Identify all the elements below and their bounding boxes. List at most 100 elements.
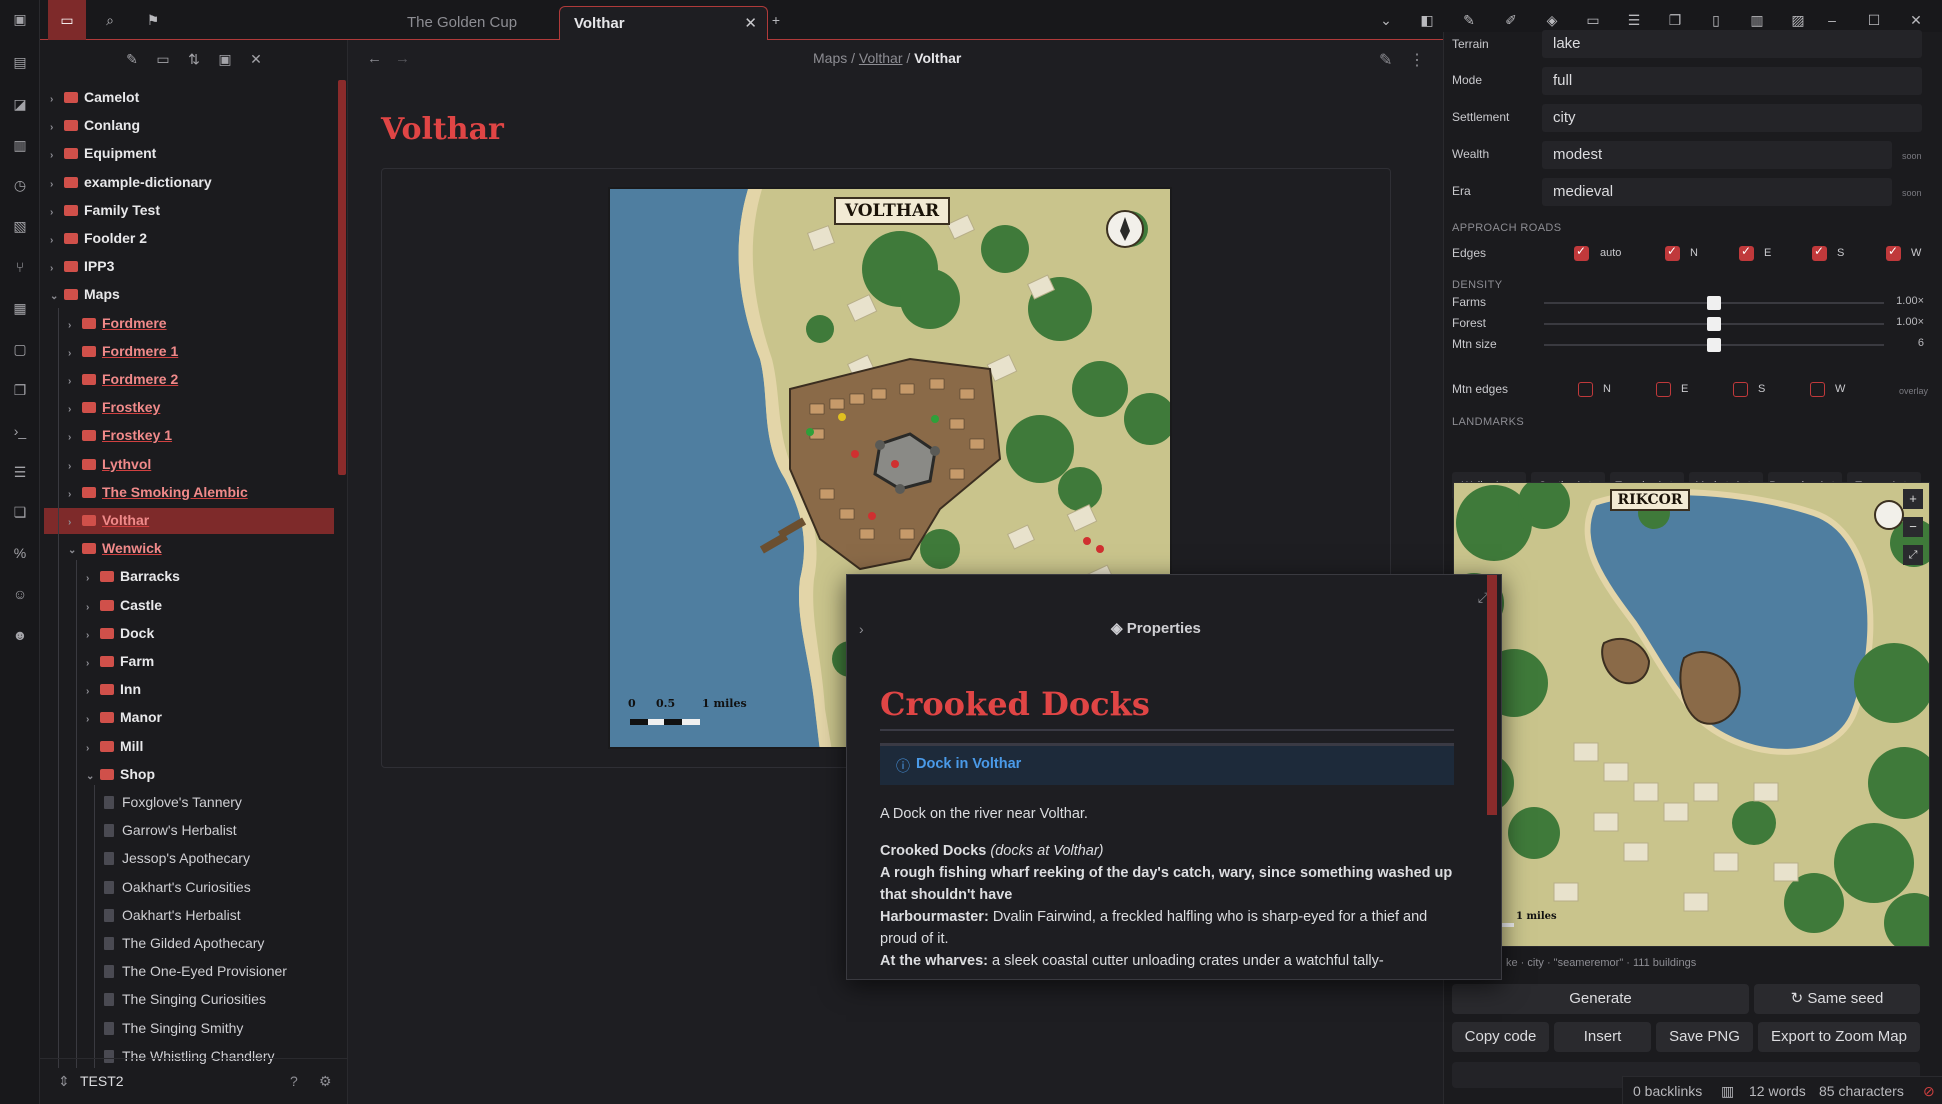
tree-item[interactable]: › Conlang: [50, 112, 140, 138]
chevron-right-icon[interactable]: ›: [50, 172, 64, 198]
chevron-right-icon[interactable]: ›: [68, 510, 82, 536]
page-icon[interactable]: ▯: [1706, 10, 1726, 30]
tree-item[interactable]: › Frostkey: [68, 394, 160, 420]
vault-switcher[interactable]: ⇕ TEST2 ? ⚙: [40, 1058, 348, 1104]
tree-item[interactable]: Oakhart's Herbalist: [104, 902, 241, 928]
chevron-right-icon[interactable]: ›: [859, 621, 864, 637]
chevron-right-icon[interactable]: ›: [86, 707, 100, 733]
tree-item[interactable]: › Lythvol: [68, 451, 151, 477]
tree-item[interactable]: › Barracks: [86, 563, 180, 589]
collapse-view-icon[interactable]: ▣: [216, 50, 234, 68]
chevron-right-icon[interactable]: ›: [68, 313, 82, 339]
map-view-icon[interactable]: ▤: [11, 53, 29, 71]
percent-icon[interactable]: %: [11, 544, 29, 562]
chevron-right-icon[interactable]: ›: [68, 341, 82, 367]
tree-item[interactable]: The One-Eyed Provisioner: [104, 958, 287, 984]
mtn-edge-e-checkbox[interactable]: [1656, 382, 1671, 397]
bookmark-icon[interactable]: ⚑: [143, 10, 163, 30]
edit-pencil-icon[interactable]: ✎: [1379, 50, 1392, 70]
mode-select[interactable]: full: [1542, 67, 1922, 95]
chevron-right-icon[interactable]: ›: [86, 623, 100, 649]
chevron-right-icon[interactable]: ›: [50, 143, 64, 169]
export-zoom-map-button[interactable]: Export to Zoom Map: [1758, 1022, 1920, 1052]
new-note-icon[interactable]: ✎: [123, 50, 141, 68]
chevron-down-icon[interactable]: ⌄: [50, 284, 64, 310]
properties-header[interactable]: ◈ Properties: [1111, 619, 1201, 637]
sync-off-icon[interactable]: ⊘: [1923, 1077, 1935, 1104]
chevron-right-icon[interactable]: ›: [86, 679, 100, 705]
tree-item[interactable]: › example-dictionary: [50, 169, 212, 195]
backlinks-count[interactable]: 0 backlinks: [1633, 1077, 1702, 1104]
tree-item[interactable]: › Fordmere: [68, 310, 167, 336]
chevron-right-icon[interactable]: ›: [50, 228, 64, 254]
files-icon[interactable]: ❏: [11, 503, 29, 521]
plugin-icon[interactable]: ✎: [1459, 10, 1479, 30]
edge-s-checkbox[interactable]: [1812, 244, 1827, 261]
chevron-right-icon[interactable]: ›: [50, 115, 64, 141]
tree-item[interactable]: › Farm: [86, 648, 154, 674]
edge-auto-checkbox[interactable]: [1574, 244, 1589, 261]
minimize-icon[interactable]: –: [1822, 10, 1842, 30]
tree-item[interactable]: ⌄ Wenwick: [68, 535, 162, 561]
new-folder-icon[interactable]: ▭: [154, 50, 172, 68]
sort-icon[interactable]: ⇅: [185, 50, 203, 68]
tree-item[interactable]: › Foolder 2: [50, 225, 147, 251]
copy-icon[interactable]: ❐: [11, 381, 29, 399]
tree-item[interactable]: › Dock: [86, 620, 154, 646]
edge-w-checkbox[interactable]: [1886, 244, 1901, 261]
tag-icon[interactable]: ◈: [1542, 10, 1562, 30]
tree-item[interactable]: Garrow's Herbalist: [104, 817, 237, 843]
edge-e-checkbox[interactable]: [1739, 244, 1754, 261]
graph-icon[interactable]: ◪: [11, 95, 29, 113]
chevron-right-icon[interactable]: ›: [68, 369, 82, 395]
tree-item[interactable]: › The Smoking Alembic: [68, 479, 248, 505]
chevron-down-icon[interactable]: ⌄: [86, 764, 100, 790]
list-icon[interactable]: ☰: [11, 463, 29, 481]
fit-icon[interactable]: ⤢: [1903, 545, 1923, 565]
tab-volthar[interactable]: Volthar ✕: [559, 6, 768, 40]
slider-knob[interactable]: [1707, 296, 1721, 310]
clock-icon[interactable]: ◷: [11, 176, 29, 194]
back-arrow-icon[interactable]: ←: [367, 50, 382, 67]
branch-icon[interactable]: ⑂: [11, 258, 29, 276]
tree-item[interactable]: Foxglove's Tannery: [104, 789, 242, 815]
book-icon[interactable]: ▥: [11, 136, 29, 154]
person-icon[interactable]: ☺: [11, 585, 29, 603]
tree-item[interactable]: ⌄ Shop: [86, 761, 155, 787]
forward-arrow-icon[interactable]: →: [395, 50, 410, 67]
grid-icon[interactable]: ▦: [11, 299, 29, 317]
zoom-out-icon[interactable]: −: [1903, 517, 1923, 537]
terrain-select[interactable]: lake: [1542, 30, 1922, 58]
tree-item[interactable]: › Equipment: [50, 140, 156, 166]
chevron-right-icon[interactable]: ›: [68, 397, 82, 423]
insert-button[interactable]: Insert: [1554, 1022, 1651, 1052]
plugin2-icon[interactable]: ✐: [1501, 10, 1521, 30]
zoom-in-icon[interactable]: +: [1903, 489, 1923, 509]
slider-knob[interactable]: [1707, 338, 1721, 352]
terminal-icon[interactable]: ›_: [11, 422, 29, 440]
tree-item[interactable]: › Volthar: [68, 507, 149, 533]
tree-item[interactable]: Oakhart's Curiosities: [104, 874, 251, 900]
image-icon[interactable]: ▨: [1788, 10, 1808, 30]
people-icon[interactable]: ☻: [11, 626, 29, 644]
tree-item[interactable]: › Manor: [86, 704, 162, 730]
help-icon[interactable]: ?: [290, 1073, 298, 1089]
chevron-right-icon[interactable]: ›: [50, 87, 64, 113]
chevron-right-icon[interactable]: ›: [50, 256, 64, 282]
mtn-edge-s-checkbox[interactable]: [1733, 382, 1748, 397]
close-window-icon[interactable]: ✕: [1906, 10, 1926, 30]
new-tab-icon[interactable]: +: [766, 10, 786, 30]
tree-item[interactable]: ⌄ Maps: [50, 281, 120, 307]
close-tab-icon[interactable]: ✕: [744, 7, 757, 41]
preview-map[interactable]: RIKCOR 1 miles + − ⤢: [1453, 482, 1930, 947]
tree-item[interactable]: › Frostkey 1: [68, 422, 172, 448]
breadcrumb-maps[interactable]: Maps: [813, 50, 847, 66]
collapse-all-icon[interactable]: ✕: [247, 50, 265, 68]
tree-item[interactable]: The Gilded Apothecary: [104, 930, 264, 956]
chevron-right-icon[interactable]: ›: [86, 736, 100, 762]
chevron-right-icon[interactable]: ›: [68, 454, 82, 480]
tree-item[interactable]: › Castle: [86, 592, 162, 618]
same-seed-button[interactable]: ↻ Same seed: [1754, 984, 1920, 1014]
popover-scrollbar[interactable]: [1487, 575, 1497, 815]
wealth-select[interactable]: modest: [1542, 141, 1892, 169]
